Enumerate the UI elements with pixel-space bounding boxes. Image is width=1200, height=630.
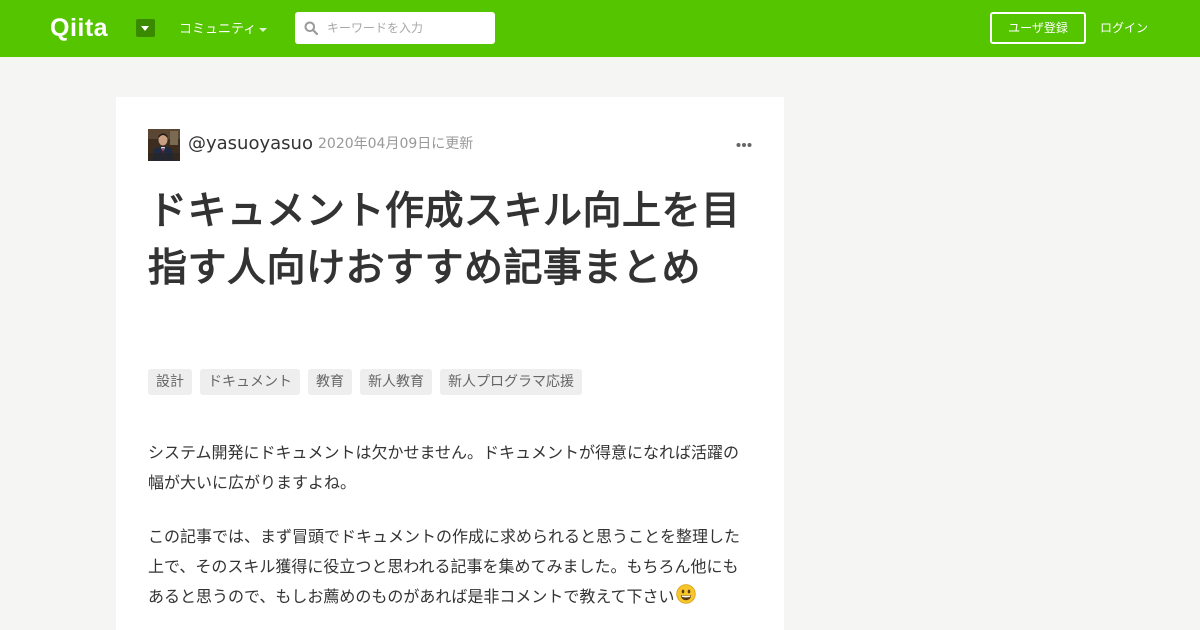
signup-button[interactable]: ユーザ登録 <box>990 12 1086 44</box>
tag-item[interactable]: ドキュメント <box>200 369 300 395</box>
chevron-down-icon[interactable] <box>259 28 267 32</box>
more-options-icon[interactable] <box>736 141 752 149</box>
search-icon <box>304 21 318 35</box>
article-paragraph-text: この記事では、まず冒頭でドキュメントの作成に求められると思うことを整理した上で、… <box>148 527 741 606</box>
tag-list: 設計 ドキュメント 教育 新人教育 新人プログラマ応援 <box>148 369 582 395</box>
tag-item[interactable]: 新人プログラマ応援 <box>440 369 582 395</box>
grinning-face-icon <box>675 584 696 604</box>
global-header: Qiita コミュニティ ユーザ登録 ログイン <box>0 0 1200 57</box>
article-title: ドキュメント作成スキル向上を目指す人向けおすすめ記事まとめ <box>148 189 741 291</box>
community-menu[interactable]: コミュニティ <box>179 21 256 38</box>
search-input[interactable] <box>325 12 490 44</box>
qiita-logo[interactable]: Qiita <box>50 14 108 42</box>
search-box[interactable] <box>295 12 495 44</box>
avatar-image <box>148 129 180 161</box>
login-link[interactable]: ログイン <box>1100 19 1148 37</box>
article-card: @yasuoyasuo 2020年04月09日に更新 ドキュメント作成スキル向上… <box>116 97 784 630</box>
updated-date: 2020年04月09日に更新 <box>318 136 474 152</box>
service-menu-dropdown-button[interactable] <box>136 19 155 37</box>
article-paragraph: システム開発にドキュメントは欠かせません。ドキュメントが得意になれば活躍の幅が大… <box>148 443 740 492</box>
avatar[interactable] <box>148 129 180 161</box>
author-username[interactable]: @yasuoyasuo <box>188 133 313 155</box>
tag-item[interactable]: 新人教育 <box>360 369 432 395</box>
tag-item[interactable]: 設計 <box>148 369 192 395</box>
tag-item[interactable]: 教育 <box>308 369 352 395</box>
article-paragraph: この記事では、まず冒頭でドキュメントの作成に求められると思うことを整理した上で、… <box>148 522 748 612</box>
